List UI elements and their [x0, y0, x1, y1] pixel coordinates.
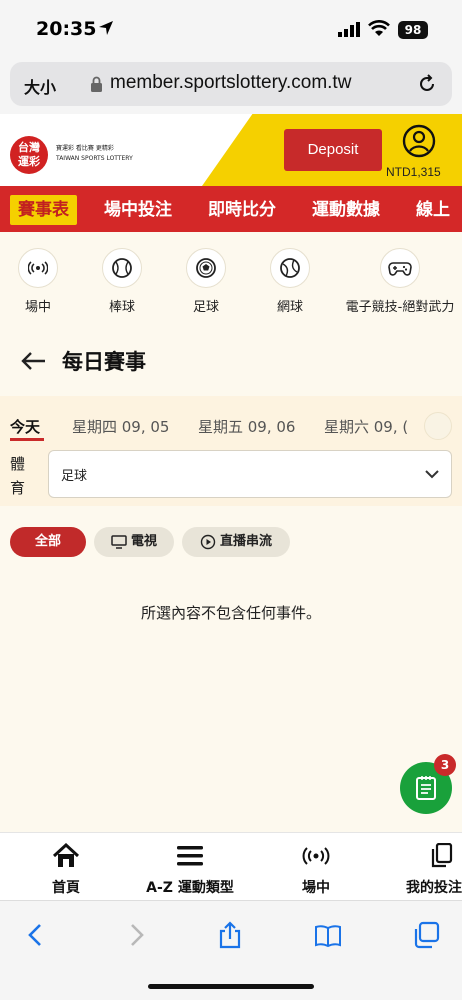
wifi-icon — [368, 20, 390, 36]
sport-tennis[interactable]: 網球 — [268, 248, 312, 315]
nav-online[interactable]: 線上 — [416, 195, 450, 225]
soccer-icon — [186, 248, 226, 288]
chevron-down-icon — [425, 470, 439, 479]
active-tab-indicator — [10, 438, 44, 441]
browser-forward-icon[interactable] — [122, 921, 150, 949]
live-broadcast-icon — [302, 847, 330, 865]
status-time: 20:35 — [36, 18, 97, 40]
bookmarks-icon[interactable] — [314, 921, 342, 949]
deposit-button[interactable]: Deposit — [284, 129, 382, 171]
sport-category-row: 場中 棒球 足球 網球 電子競技-絕對武力 — [0, 248, 462, 328]
nav-live-betting[interactable]: 場中投注 — [104, 195, 172, 225]
browser-back-icon[interactable] — [22, 921, 50, 949]
tab-saturday[interactable]: 星期六 09, ( — [324, 416, 408, 437]
nav-live-scores[interactable]: 即時比分 — [208, 195, 276, 225]
play-circle-icon — [200, 534, 216, 549]
live-icon — [18, 248, 58, 288]
tv-icon — [111, 534, 127, 549]
tab-thursday[interactable]: 星期四 09, 05 — [72, 416, 169, 437]
nav-sports-stats[interactable]: 運動數據 — [312, 195, 380, 225]
browser-address-area: 大小 member.sportslottery.com.tw — [0, 58, 462, 114]
bottom-nav-home[interactable]: 首頁 — [46, 843, 86, 897]
lock-icon — [91, 76, 102, 92]
site-header: 台灣 運彩 寶運彩 看比賽 更精彩 TAIWAN SPORTS LOTTERY … — [0, 114, 462, 186]
account-balance: NTD1,315 — [386, 165, 441, 179]
share-icon[interactable] — [216, 921, 244, 949]
sport-soccer[interactable]: 足球 — [184, 248, 228, 315]
bottom-nav-live[interactable]: 場中 — [296, 843, 336, 897]
betslip-icon — [416, 776, 436, 800]
bottom-nav: 首頁 A-Z 運動類型 場中 我的投注 — [0, 832, 462, 900]
url-text[interactable]: member.sportslottery.com.tw — [110, 72, 351, 94]
home-icon — [52, 843, 80, 867]
text-size-button[interactable]: 大小 — [24, 74, 56, 98]
tennis-icon — [270, 248, 310, 288]
sport-filter-label: 體 育 — [10, 455, 26, 497]
copy-icon — [431, 843, 453, 868]
battery-indicator: 98 — [398, 21, 428, 39]
bottom-nav-my-bets[interactable]: 我的投注 — [406, 843, 462, 897]
nav-schedule[interactable]: 賽事表 — [10, 195, 77, 225]
gamepad-icon — [380, 248, 420, 288]
logo-tagline: 寶運彩 看比賽 更精彩 TAIWAN SPORTS LOTTERY — [56, 145, 133, 162]
tab-friday[interactable]: 星期五 09, 06 — [198, 416, 295, 437]
address-bar[interactable]: 大小 member.sportslottery.com.tw — [10, 62, 452, 106]
filter-tv-chip[interactable]: 電視 — [94, 527, 174, 557]
logo[interactable]: 台灣 運彩 — [10, 136, 48, 174]
menu-icon — [177, 846, 203, 866]
page-title: 每日賽事 — [62, 350, 146, 374]
user-account-icon[interactable] — [402, 124, 436, 158]
tabs-icon[interactable] — [412, 921, 440, 949]
status-bar: 20:35 98 — [0, 0, 462, 58]
reload-icon[interactable] — [416, 73, 438, 95]
main-nav: 賽事表 場中投注 即時比分 運動數據 線上 — [0, 186, 462, 232]
back-arrow-icon[interactable] — [20, 350, 46, 372]
home-indicator — [148, 984, 314, 989]
date-filter-area: 今天 星期四 09, 05 星期五 09, 06 星期六 09, ( 體 育 足… — [0, 396, 462, 506]
tab-today[interactable]: 今天 — [10, 416, 40, 437]
sport-select[interactable]: 足球 — [48, 450, 452, 498]
filter-all-chip[interactable]: 全部 — [10, 527, 86, 557]
betslip-count-badge: 3 — [434, 754, 456, 776]
sport-live[interactable]: 場中 — [16, 248, 60, 315]
baseball-icon — [102, 248, 142, 288]
location-arrow-icon — [99, 21, 113, 35]
bottom-nav-az-sports[interactable]: A-Z 運動類型 — [140, 843, 240, 897]
filter-stream-chip[interactable]: 直播串流 — [182, 527, 290, 557]
empty-state-message: 所選內容不包含任何事件。 — [140, 604, 321, 622]
sport-esports[interactable]: 電子競技-絕對武力 — [338, 248, 462, 315]
signal-icon — [338, 22, 360, 37]
sport-baseball[interactable]: 棒球 — [100, 248, 144, 315]
tabs-scroll-button[interactable] — [424, 412, 452, 440]
sport-select-value: 足球 — [61, 469, 88, 484]
